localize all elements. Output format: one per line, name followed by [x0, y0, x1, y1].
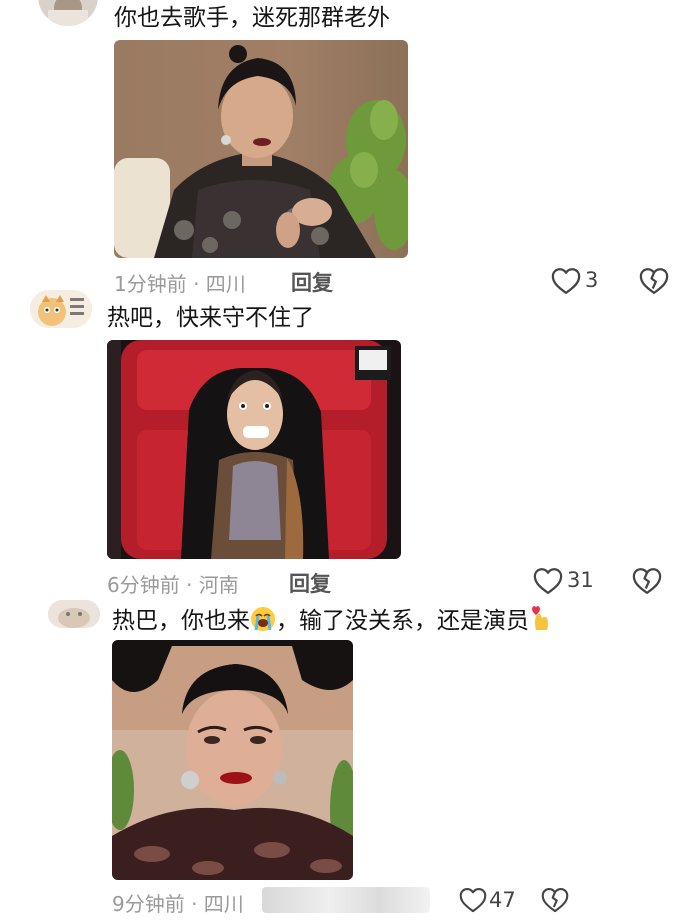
- comment-image[interactable]: [107, 340, 401, 559]
- comment-meta: 1分钟前 · 四川: [114, 272, 246, 296]
- comment-text: 热吧，快来守不住了: [107, 305, 314, 331]
- reply-button[interactable]: 回复: [289, 568, 331, 598]
- broken-heart-icon[interactable]: [541, 887, 569, 913]
- like-count: 3: [585, 268, 599, 292]
- comment-image[interactable]: [112, 640, 353, 880]
- heart-outline-icon[interactable]: [551, 267, 581, 295]
- comment-text-part: ，输了没关系，还是演员: [276, 608, 529, 634]
- comment-text: 你也去歌手，迷死那群老外: [114, 5, 390, 31]
- comment-text-part: 热巴，你也来: [112, 608, 250, 634]
- avatar[interactable]: [30, 290, 92, 328]
- avatar[interactable]: [38, 0, 98, 26]
- comment-image[interactable]: [114, 40, 408, 258]
- broken-heart-icon[interactable]: [639, 267, 669, 295]
- like-count: 47: [489, 888, 516, 912]
- comment-meta: 9分钟前 · 四川: [112, 892, 244, 916]
- watermark: [262, 887, 430, 913]
- like-count: 31: [567, 568, 594, 592]
- comment-text: 热巴，你也来 ，输了没关系，还是演员: [112, 604, 553, 637]
- heart-outline-icon[interactable]: [459, 887, 487, 913]
- broken-heart-icon[interactable]: [632, 567, 662, 595]
- reply-button[interactable]: 回复: [291, 267, 333, 297]
- heart-outline-icon[interactable]: [533, 567, 563, 595]
- avatar[interactable]: [48, 600, 100, 628]
- finger-heart-icon: [532, 606, 548, 630]
- comment-meta: 6分钟前 · 河南: [107, 573, 239, 597]
- loudly-crying-face-icon: [251, 607, 275, 631]
